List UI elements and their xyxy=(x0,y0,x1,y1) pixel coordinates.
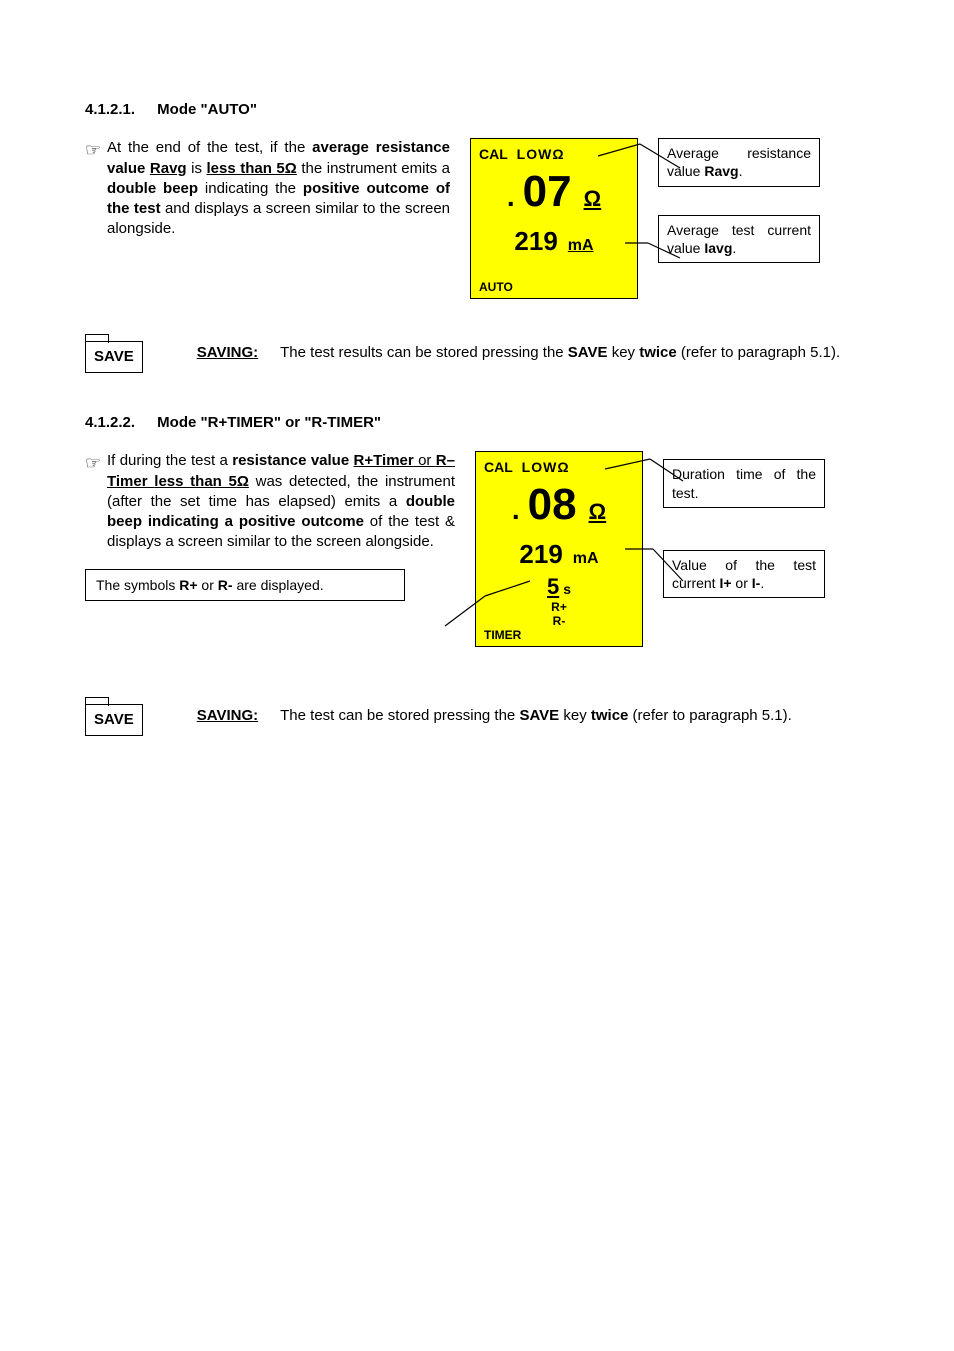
save-row-2: SAVE SAVING: The test can be stored pres… xyxy=(85,702,869,736)
section1-callouts: Average resistance value Ravg. Average t… xyxy=(658,138,820,263)
lcd-resistance-value-2: 08 xyxy=(528,475,577,534)
lcd-mode: AUTO xyxy=(479,279,629,295)
saving-text-1: The test results can be stored pressing … xyxy=(280,339,869,363)
lcd-resistance-unit-2: Ω xyxy=(589,497,607,527)
heading-number: 4.1.2.1. xyxy=(85,100,153,120)
section1-body: At the end of the test, if the average r… xyxy=(107,138,450,239)
lcd-current-value: 219 xyxy=(514,224,557,259)
lcd-resistance-row: .07 Ω xyxy=(479,162,629,221)
lcd-dot-2: . xyxy=(512,491,520,529)
save-row-1: SAVE SAVING: The test results can be sto… xyxy=(85,339,869,373)
callout-iavg: Average test current value Iavg. xyxy=(658,215,820,263)
save-key-1[interactable]: SAVE xyxy=(85,341,143,373)
lcd-current-unit-2: mA xyxy=(573,548,599,570)
lcd-current-unit: mA xyxy=(568,235,594,257)
hand-icon: ☞ xyxy=(85,138,103,239)
lcd-resistance-row-2: .08 Ω xyxy=(484,475,634,534)
section-heading-rtimer: 4.1.2.2. Mode "R+TIMER" or "R-TIMER" xyxy=(85,413,869,433)
section2-callouts: Duration time of the test. Value of the … xyxy=(663,459,825,598)
lcd-time-unit: s xyxy=(563,580,571,599)
callout-current: Value of the test current I+ or I-. xyxy=(663,550,825,598)
saving-label-2: SAVING: xyxy=(197,702,258,726)
lcd-time-row: 5 s xyxy=(484,572,634,602)
lcd-auto: CAL LOWΩ .07 Ω 219 mA AUTO xyxy=(470,138,638,299)
lcd-auto-wrap: CAL LOWΩ .07 Ω 219 mA AUTO xyxy=(470,138,638,299)
section-heading-auto: 4.1.2.1. Mode "AUTO" xyxy=(85,100,869,120)
lcd-timer-wrap: CAL LOWΩ .08 Ω 219 mA 5 s R+ R- TIMER xyxy=(475,451,643,647)
heading-title: Mode "AUTO" xyxy=(157,101,257,118)
saving-text-2: The test can be stored pressing the SAVE… xyxy=(280,702,869,726)
callout-ravg: Average resistance value Ravg. xyxy=(658,138,820,186)
lcd-resistance-value: 07 xyxy=(523,162,572,221)
hand-icon-2: ☞ xyxy=(85,451,103,552)
lcd-time-value: 5 xyxy=(547,572,559,602)
lcd-resistance-unit: Ω xyxy=(584,184,602,214)
section1-row: ☞ At the end of the test, if the average… xyxy=(85,138,869,299)
lcd-mode-2: TIMER xyxy=(484,627,634,643)
save-key-2[interactable]: SAVE xyxy=(85,704,143,736)
callout-duration: Duration time of the test. xyxy=(663,459,825,507)
lcd-current-value-2: 219 xyxy=(519,537,562,572)
saving-label-1: SAVING: xyxy=(197,339,258,363)
section2-body: If during the test a resistance value R+… xyxy=(107,451,455,552)
heading-title-2: Mode "R+TIMER" or "R-TIMER" xyxy=(157,414,381,431)
lcd-current-row-2: 219 mA xyxy=(484,537,634,572)
lcd-current-row: 219 mA xyxy=(479,224,629,259)
heading-number-2: 4.1.2.2. xyxy=(85,413,153,433)
lcd-timer: CAL LOWΩ .08 Ω 219 mA 5 s R+ R- TIMER xyxy=(475,451,643,647)
lcd-dot: . xyxy=(507,178,515,216)
symbols-box: The symbols R+ or R- are displayed. xyxy=(85,569,405,602)
section2-row: ☞ If during the test a resistance value … xyxy=(85,451,869,647)
